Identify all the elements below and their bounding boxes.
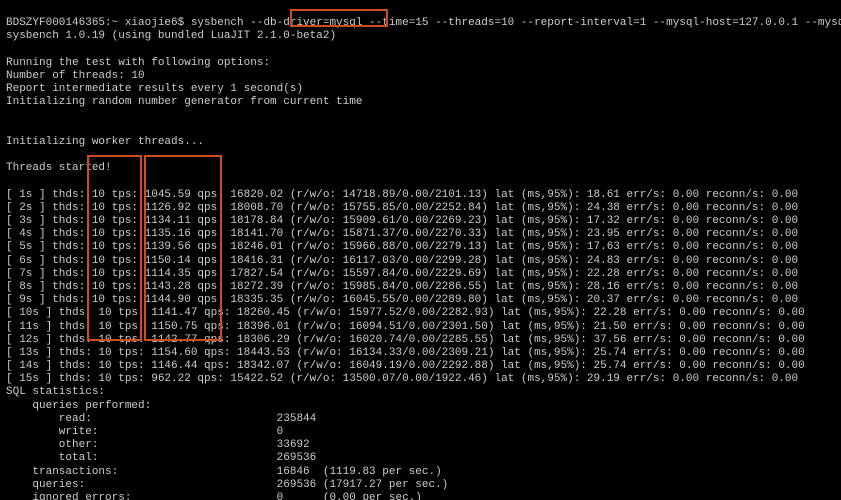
result-row: [ 10s ] thds: 10 tps: 1141.47 qps: 18260… [6, 307, 805, 319]
result-row: [ 1s ] thds: 10 tps: 1045.59 qps: 16820.… [6, 189, 798, 201]
result-row: [ 11s ] thds: 10 tps: 1150.75 qps: 18396… [6, 321, 805, 333]
run-options-header: Running the test with following options: [6, 57, 270, 69]
result-row: [ 3s ] thds: 10 tps: 1134.11 qps: 18178.… [6, 215, 798, 227]
terminal-output: BDSZYF000146365:~ xiaojie6$ sysbench --d… [0, 0, 841, 500]
threads-started: Threads started! [6, 162, 112, 174]
result-row: [ 12s ] thds: 10 tps: 1142.77 qps: 18306… [6, 334, 805, 346]
result-row: [ 7s ] thds: 10 tps: 1114.35 qps: 17827.… [6, 268, 798, 280]
stat-other: other: 33692 [6, 439, 310, 451]
version-line: sysbench 1.0.19 (using bundled LuaJIT 2.… [6, 30, 336, 42]
stat-write: write: 0 [6, 426, 283, 438]
queries-performed-label: queries performed: [6, 400, 151, 412]
report-interval: Report intermediate results every 1 seco… [6, 83, 303, 95]
num-threads: Number of threads: 10 [6, 70, 145, 82]
stat-read: read: 235844 [6, 413, 316, 425]
result-row: [ 6s ] thds: 10 tps: 1150.14 qps: 18416.… [6, 255, 798, 267]
result-row: [ 14s ] thds: 10 tps: 1146.44 qps: 18342… [6, 360, 805, 372]
stat-queries: queries: 269536 (17917.27 per sec.) [6, 479, 448, 491]
result-row: [ 15s ] thds: 10 tps: 962.22 qps: 15422.… [6, 373, 798, 385]
stat-ignored-errors: ignored errors: 0 (0.00 per sec.) [6, 492, 422, 500]
result-row: [ 9s ] thds: 10 tps: 1144.90 qps: 18335.… [6, 294, 798, 306]
result-row: [ 2s ] thds: 10 tps: 1126.92 qps: 18008.… [6, 202, 798, 214]
command-line: BDSZYF000146365:~ xiaojie6$ sysbench --d… [6, 17, 841, 29]
result-row: [ 4s ] thds: 10 tps: 1135.16 qps: 18141.… [6, 228, 798, 240]
result-row: [ 13s ] thds: 10 tps: 1154.60 qps: 18443… [6, 347, 805, 359]
init-rng: Initializing random number generator fro… [6, 96, 362, 108]
init-workers: Initializing worker threads... [6, 136, 204, 148]
result-row: [ 8s ] thds: 10 tps: 1143.28 qps: 18272.… [6, 281, 798, 293]
result-row: [ 5s ] thds: 10 tps: 1139.56 qps: 18246.… [6, 241, 798, 253]
sql-stats-header: SQL statistics: [6, 386, 105, 398]
stat-total: total: 269536 [6, 452, 316, 464]
stat-transactions: transactions: 16846 (1119.83 per sec.) [6, 466, 442, 478]
